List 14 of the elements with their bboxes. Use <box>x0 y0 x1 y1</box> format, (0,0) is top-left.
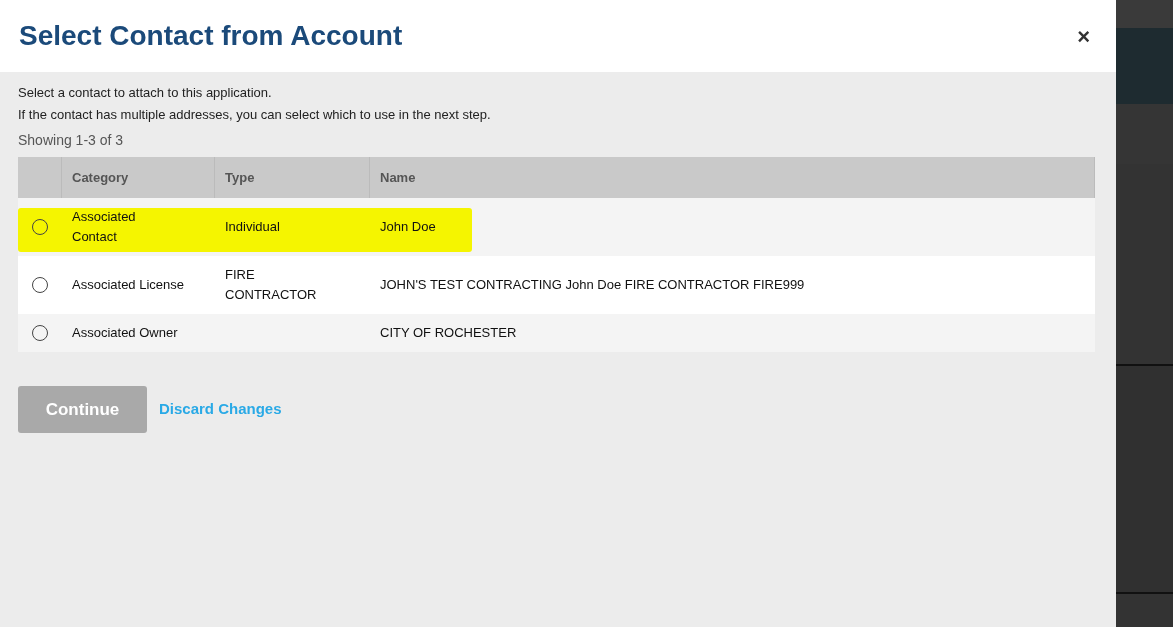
table-cell-text: Associated Owner <box>72 324 178 342</box>
dialog-title: Select Contact from Account <box>19 19 403 53</box>
table-cell-text: Associated License <box>72 276 184 294</box>
table-cell-text: John Doe <box>380 218 436 236</box>
table-cell-text: CITY OF ROCHESTER <box>380 324 517 342</box>
close-button[interactable]: × <box>1077 19 1090 53</box>
table-cell-text: JOHN'S TEST CONTRACTING John Doe FIRE CONTRACTOR FIRE999 <box>380 276 805 294</box>
discard-link[interactable]: Discard Changes <box>159 398 282 421</box>
table-cell-text: Associated Contact <box>72 208 137 246</box>
table-cell-text: FIRE CONTRACTOR <box>225 266 318 304</box>
instruction-text: If the contact has multiple addresses, you can select which to use in the next step. <box>18 106 492 124</box>
instruction-text: Select a contact to attach to this application. <box>18 84 273 102</box>
result-count: Showing 1-3 of 3 <box>18 131 125 150</box>
table-cell-text: Individual <box>225 218 280 236</box>
